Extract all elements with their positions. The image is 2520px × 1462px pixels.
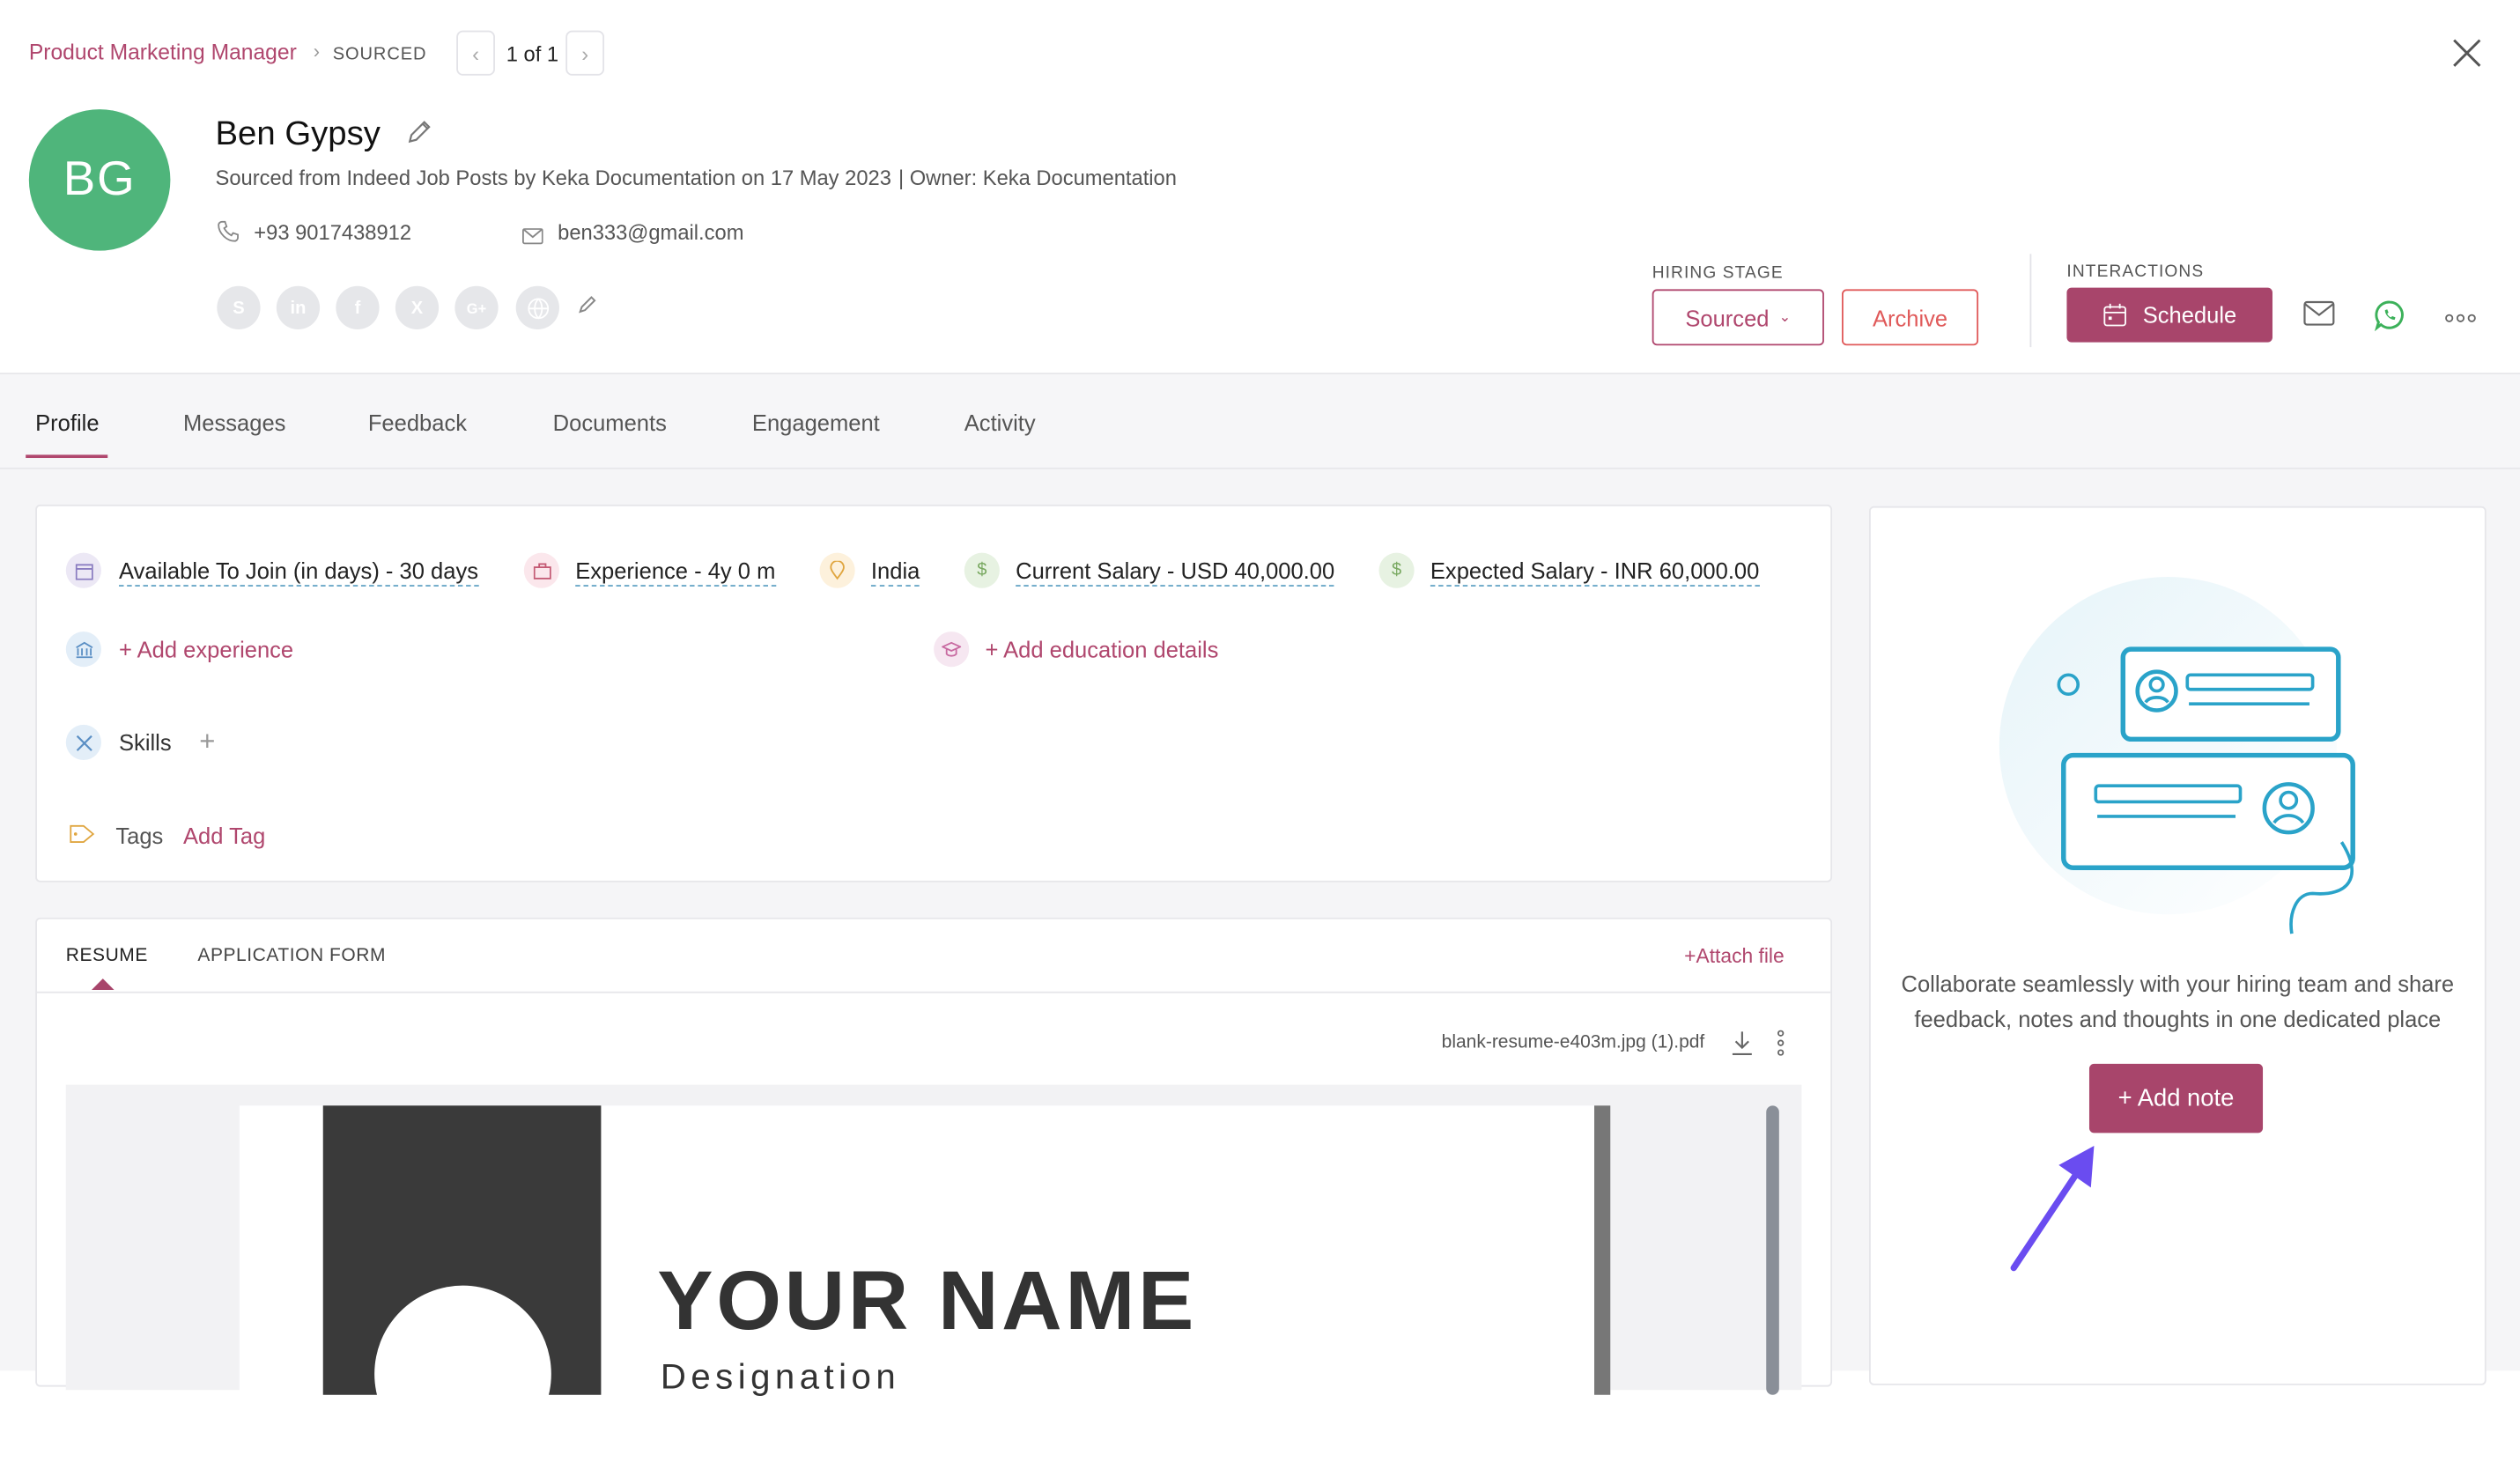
schedule-button[interactable]: Schedule xyxy=(2066,287,2272,343)
briefcase-icon xyxy=(523,552,559,588)
annotation-arrow-icon xyxy=(2001,1133,2114,1285)
divider xyxy=(36,991,1831,993)
pager-count: 1 of 1 xyxy=(506,41,559,66)
attach-file-link[interactable]: +Attach file xyxy=(1684,945,1784,968)
schedule-label: Schedule xyxy=(2142,302,2237,329)
download-icon[interactable] xyxy=(1731,1030,1754,1064)
resume-subheading: Designation xyxy=(660,1355,901,1397)
hiring-stage-value: Sourced xyxy=(1685,304,1770,330)
edit-name-icon[interactable] xyxy=(405,117,434,154)
tab-engagement[interactable]: Engagement xyxy=(752,410,880,435)
tab-resume[interactable]: RESUME xyxy=(66,947,148,966)
google-plus-icon[interactable]: G+ xyxy=(454,285,499,330)
tab-application-form[interactable]: APPLICATION FORM xyxy=(197,947,386,966)
mail-icon[interactable] xyxy=(2303,300,2335,334)
linkedin-icon[interactable]: in xyxy=(276,285,321,330)
chevron-down-icon: ⌄ xyxy=(1778,308,1792,325)
current-salary-field[interactable]: Current Salary - USD 40,000.00 xyxy=(1016,557,1335,587)
tab-profile[interactable]: Profile xyxy=(35,410,99,435)
calendar-icon xyxy=(65,552,101,588)
resume-page: YOUR NAME Designation xyxy=(239,1105,1611,1462)
x-icon[interactable]: X xyxy=(395,285,440,330)
owner-line: | Owner: Keka Documentation xyxy=(898,165,1177,190)
add-education-link[interactable]: + Add education details xyxy=(985,637,1218,662)
add-experience-link[interactable]: + Add experience xyxy=(119,637,293,662)
source-line: Sourced from Indeed Job Posts by Keka Do… xyxy=(215,165,891,190)
notes-description-line-2: feedback, notes and thoughts in one dedi… xyxy=(1914,1006,2442,1032)
interactions-label: INTERACTIONS xyxy=(2066,262,2205,282)
documents-card: RESUME APPLICATION FORM +Attach file bla… xyxy=(35,917,1833,1462)
tab-messages[interactable]: Messages xyxy=(183,410,285,435)
resume-file-name: blank-resume-e403m.jpg (1).pdf xyxy=(1441,1033,1705,1053)
available-to-join-field[interactable]: Available To Join (in days) - 30 days xyxy=(119,557,479,587)
hiring-stage-dropdown[interactable]: Sourced ⌄ xyxy=(1652,289,1824,346)
profile-tabs: Profile Messages Feedback Documents Enga… xyxy=(0,374,2520,469)
candidate-details-card: Available To Join (in days) - 30 days Ex… xyxy=(35,504,1833,882)
dollar-icon: $ xyxy=(1378,552,1415,588)
location-pin-icon xyxy=(819,552,855,588)
candidate-header: Product Marketing Manager › SOURCED ‹ 1 … xyxy=(0,0,2520,375)
divider xyxy=(2029,254,2032,348)
notes-description-line-1: Collaborate seamlessly with your hiring … xyxy=(1901,971,2455,997)
more-options-icon[interactable] xyxy=(2444,306,2476,331)
close-icon[interactable] xyxy=(2446,32,2487,82)
tab-feedback[interactable]: Feedback xyxy=(368,410,467,435)
file-menu-icon[interactable] xyxy=(1776,1030,1785,1064)
location-field[interactable]: India xyxy=(870,557,920,587)
tag-icon xyxy=(69,823,95,852)
resume-page-edge xyxy=(1594,1105,1611,1395)
tab-activity[interactable]: Activity xyxy=(964,410,1036,435)
notes-card: Collaborate seamlessly with your hiring … xyxy=(1869,506,2487,1385)
preview-scrollbar[interactable] xyxy=(1766,1105,1779,1395)
experience-field[interactable]: Experience - 4y 0 m xyxy=(575,557,776,587)
email-icon xyxy=(521,224,543,253)
candidate-name: Ben Gypsy xyxy=(215,115,381,153)
add-tag-link[interactable]: Add Tag xyxy=(183,823,265,848)
expected-salary-field[interactable]: Expected Salary - INR 60,000.00 xyxy=(1430,557,1760,587)
candidate-email[interactable]: ben333@gmail.com xyxy=(558,220,743,244)
phone-icon xyxy=(217,220,240,251)
globe-icon[interactable] xyxy=(515,285,559,330)
add-skill-button[interactable]: + xyxy=(189,725,225,760)
institution-icon xyxy=(65,631,101,668)
tools-icon xyxy=(65,724,101,761)
active-doc-tab-indicator xyxy=(92,978,115,990)
candidate-phone[interactable]: +93 9017438912 xyxy=(254,220,411,244)
breadcrumb-job-link[interactable]: Product Marketing Manager xyxy=(29,41,297,64)
resume-photo-placeholder xyxy=(374,1285,551,1462)
breadcrumb-stage: SOURCED xyxy=(332,45,427,64)
dollar-icon: $ xyxy=(964,552,1000,588)
active-tab-indicator xyxy=(26,454,108,459)
breadcrumb-separator-icon: › xyxy=(313,40,321,63)
resume-heading: YOUR NAME xyxy=(657,1255,1197,1348)
hiring-stage-label: HIRING STAGE xyxy=(1652,263,1784,284)
tab-documents[interactable]: Documents xyxy=(553,410,667,435)
skills-label: Skills xyxy=(119,729,172,756)
facebook-icon[interactable]: f xyxy=(336,285,380,330)
calendar-icon xyxy=(2103,303,2127,327)
previous-candidate-button[interactable]: ‹ xyxy=(456,30,495,76)
resume-preview[interactable]: YOUR NAME Designation xyxy=(65,1084,1802,1462)
next-candidate-button[interactable]: › xyxy=(565,30,605,76)
collaboration-illustration xyxy=(1992,572,2377,950)
skype-icon[interactable]: S xyxy=(217,285,261,330)
edit-socials-icon[interactable] xyxy=(577,292,600,323)
tags-label: Tags xyxy=(115,823,164,849)
graduation-cap-icon xyxy=(934,631,970,668)
archive-button[interactable]: Archive xyxy=(1841,289,1979,346)
add-note-button[interactable]: + Add note xyxy=(2088,1063,2264,1133)
avatar: BG xyxy=(28,109,171,251)
whatsapp-icon[interactable] xyxy=(2374,299,2405,339)
